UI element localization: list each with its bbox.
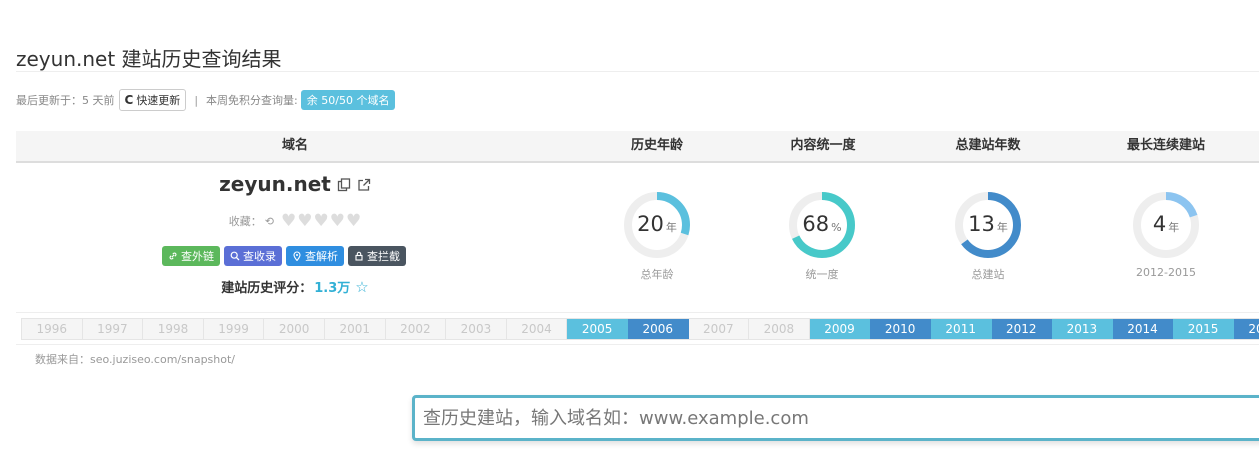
last-update-text: 最后更新于：5 天前	[16, 94, 115, 107]
timeline-divider-bottom	[16, 344, 1259, 345]
heart-icon[interactable]: ♥	[346, 213, 361, 230]
heart-icon[interactable]: ♥	[330, 213, 345, 230]
timeline-year: 2010	[870, 319, 931, 339]
action-button-label: 查拦截	[367, 250, 400, 263]
star-icon[interactable]: ☆	[355, 278, 368, 296]
timeline-divider-top	[16, 312, 1259, 313]
favorite-row: 收藏： ⟲ ♥ ♥ ♥ ♥ ♥	[160, 213, 430, 230]
refresh-icon: C	[124, 93, 134, 107]
favorite-label: 收藏：	[228, 215, 262, 228]
gauge-caption: 总年龄	[640, 268, 674, 281]
column-header-total-years: 总建站年数	[955, 138, 1021, 153]
gauge-value: 4	[1152, 212, 1167, 236]
gauge-caption: 总建站	[971, 268, 1005, 281]
gauge-history-age: 20 年 总年龄	[587, 190, 727, 282]
timeline-year: 2011	[930, 319, 992, 339]
column-header-longest-run: 最长连续建站	[1126, 138, 1205, 153]
action-button[interactable]: 查拦截	[348, 246, 406, 266]
domain-row: zeyun.net	[160, 172, 430, 196]
data-source-note: 数据来自：seo.juziseo.com/snapshot/	[35, 353, 235, 366]
gauge-value: 68	[802, 212, 830, 236]
timeline-year: 1996	[22, 319, 83, 339]
title-divider	[16, 71, 1259, 72]
action-button[interactable]: 查解析	[286, 246, 344, 266]
domain-name: zeyun.net	[219, 172, 331, 196]
copy-icon[interactable]	[337, 177, 351, 192]
column-header-history-age: 历史年龄	[630, 138, 683, 153]
gauge-total-years: 13 年 总建站	[918, 190, 1058, 282]
timeline-year: 2007	[689, 319, 750, 339]
info-separator: |	[194, 93, 199, 107]
action-buttons: 查外链 查收录 查解析 查拦截	[162, 246, 406, 266]
heart-icon[interactable]: ♥	[297, 213, 312, 230]
quota-label: 本周免积分查询量:	[206, 94, 298, 107]
quick-update-label: 快速更新	[136, 94, 181, 107]
quota-badge: 余 50/50 个域名	[300, 90, 396, 110]
column-header-content-consistency: 内容统一度	[790, 138, 856, 153]
score-value: 1.3万	[314, 281, 351, 296]
timeline-year: 2005	[567, 319, 628, 339]
timeline-year: 2014	[1112, 319, 1174, 339]
external-link-icon[interactable]	[357, 177, 371, 191]
lock-icon	[354, 251, 364, 261]
heart-icon[interactable]: ♥	[281, 213, 296, 230]
action-button-label: 查解析	[305, 250, 338, 263]
timeline-year: 1997	[83, 319, 144, 339]
location-pin-icon	[292, 251, 302, 261]
gauge-content-consistency: 68% 统一度	[752, 190, 892, 282]
gauge-value: 13	[968, 212, 995, 236]
search-icon	[230, 251, 240, 261]
year-timeline: 1996 1997 1998 1999 2000 2001 2002 2003 2004 2005…	[21, 318, 1259, 340]
domain-search-input[interactable]	[412, 395, 1259, 441]
timeline-year: 2004	[507, 319, 568, 339]
gauge-unit: 年	[996, 221, 1008, 234]
history-score: 建站历史评分： 1.3万 ☆	[160, 277, 430, 297]
timeline-year: 2015	[1173, 319, 1234, 339]
timeline-year: 1998	[143, 319, 204, 339]
reset-icon[interactable]: ⟲	[265, 215, 274, 228]
favorite-hearts[interactable]: ♥ ♥ ♥ ♥ ♥	[281, 213, 361, 230]
timeline-year: 1999	[204, 319, 265, 339]
heart-icon[interactable]: ♥	[313, 213, 328, 230]
link-icon	[168, 251, 178, 261]
info-bar: 最后更新于：5 天前 C 快速更新 | 本周免积分查询量: 余 50/50 个域…	[16, 89, 396, 111]
gauge-unit: %	[831, 221, 842, 234]
action-button-label: 查外链	[181, 250, 214, 263]
results-table-header: 域名 历史年龄 内容统一度 总建站年数 最长连续建站	[16, 131, 1259, 163]
gauge-unit: 年	[665, 221, 677, 234]
gauge-unit: 年	[1168, 221, 1180, 234]
action-button[interactable]: 查外链	[162, 246, 220, 266]
action-button-label: 查收录	[243, 250, 276, 263]
page-title: zeyun.net 建站历史查询结果	[16, 47, 282, 72]
timeline-year: 2003	[446, 319, 507, 339]
action-button[interactable]: 查收录	[224, 246, 282, 266]
timeline-year: 2013	[1052, 319, 1113, 339]
timeline-year: 2016	[1233, 319, 1259, 339]
timeline-year: 2012	[991, 319, 1053, 339]
timeline-year: 2001	[325, 319, 386, 339]
timeline-year: 2009	[809, 319, 871, 339]
timeline-year: 2006	[627, 319, 689, 339]
timeline-year: 2002	[386, 319, 447, 339]
gauge-value: 20	[637, 212, 664, 236]
timeline-year: 2008	[749, 319, 810, 339]
gauge-longest-run: 4年 2012-2015	[1096, 190, 1236, 279]
column-header-domain: 域名	[281, 138, 308, 153]
gauge-caption: 统一度	[805, 268, 839, 281]
gauge-caption: 2012-2015	[1136, 266, 1196, 279]
score-label: 建站历史评分：	[221, 281, 313, 296]
quick-update-button[interactable]: C 快速更新	[118, 89, 187, 111]
timeline-year: 2000	[264, 319, 325, 339]
